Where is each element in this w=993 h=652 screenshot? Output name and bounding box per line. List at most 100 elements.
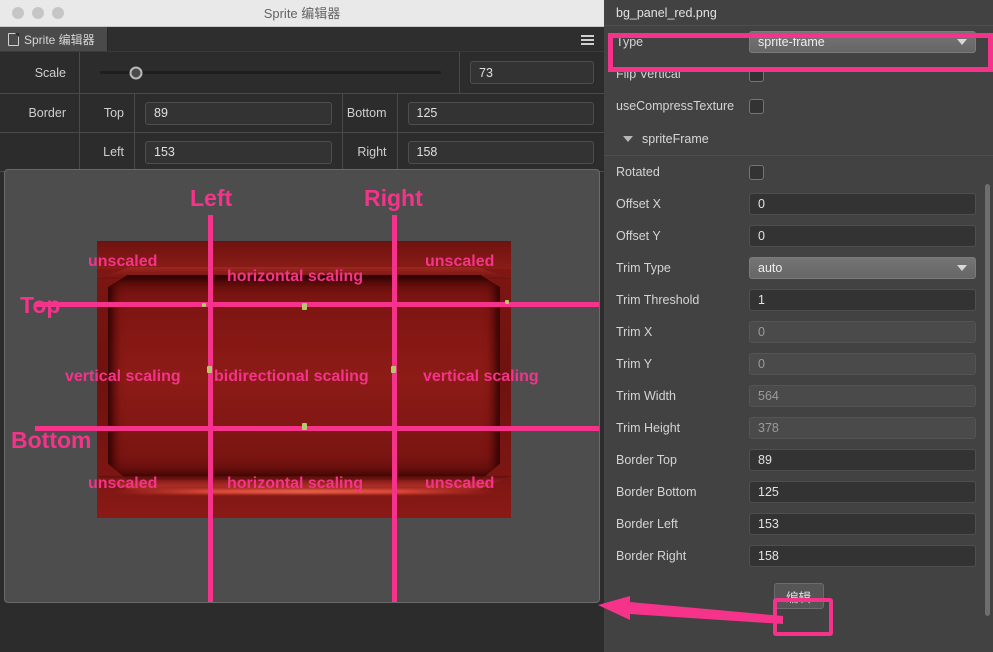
rotated-label: Rotated: [616, 165, 660, 179]
trim-threshold-label: Trim Threshold: [616, 293, 700, 307]
trim-width-label: Trim Width: [616, 389, 676, 403]
window-titlebar: Sprite 编辑器: [0, 0, 604, 27]
border-bottom-input[interactable]: 125: [749, 481, 976, 503]
trim-width-input: 564: [749, 385, 976, 407]
scale-value-cell: 73: [460, 52, 604, 93]
guide-line-bottom[interactable]: [35, 426, 599, 431]
inspector-row-trim-y: Trim Y 0: [604, 348, 993, 380]
region-label-bottom-center: horizontal scaling: [227, 475, 364, 492]
border-right-input[interactable]: 158: [749, 545, 976, 567]
use-compress-texture-label: useCompressTexture: [616, 99, 735, 113]
offset-y-input[interactable]: 0: [749, 225, 976, 247]
border-right-label: Right: [343, 133, 398, 171]
border-left-field-cell: 153: [135, 133, 343, 171]
guide-label-left: Left: [190, 185, 233, 211]
scale-row: Scale 73: [0, 52, 604, 94]
chevron-down-icon: [957, 265, 967, 271]
trim-type-select-value: auto: [758, 261, 783, 275]
trim-height-input: 378: [749, 417, 976, 439]
border-right-input[interactable]: 158: [407, 140, 594, 164]
trim-height-label: Trim Height: [616, 421, 681, 435]
app-root: Sprite 编辑器 Sprite 编辑器 Scale 73 Border To…: [0, 0, 993, 652]
inspector-row-offset-x: Offset X 0: [604, 188, 993, 220]
trim-y-label: Trim Y: [616, 357, 653, 371]
handle-top-center[interactable]: [302, 303, 307, 310]
border-label: Border: [0, 94, 80, 132]
guide-line-right[interactable]: [392, 215, 397, 602]
slider-knob[interactable]: [129, 66, 143, 79]
inspector-row-border-left: Border Left 153: [604, 508, 993, 540]
scale-slider[interactable]: [80, 52, 460, 93]
inspector-row-border-bottom: Border Bottom 125: [604, 476, 993, 508]
trim-type-label: Trim Type: [616, 261, 671, 275]
use-compress-texture-checkbox[interactable]: [749, 98, 764, 114]
maximize-button[interactable]: [52, 7, 64, 19]
border-bottom-label: Bottom: [343, 94, 398, 132]
offset-y-label: Offset Y: [616, 229, 661, 243]
border-right-field-cell: 158: [398, 133, 605, 171]
guide-label-top: Top: [20, 292, 61, 318]
file-icon: [8, 32, 19, 46]
region-label-top-left: unscaled: [88, 253, 158, 270]
highlight-box-type: [608, 33, 993, 72]
close-button[interactable]: [12, 7, 24, 19]
inspector-row-trim-height: Trim Height 378: [604, 412, 993, 444]
section-header-spriteframe[interactable]: spriteFrame: [604, 122, 993, 156]
border-right-label: Border Right: [616, 549, 687, 563]
inspector-fields: Rotated Offset X 0 Offset Y 0 Trim Type auto Tr…: [604, 156, 993, 572]
trim-threshold-input[interactable]: 1: [749, 289, 976, 311]
region-label-top-center: horizontal scaling: [227, 268, 364, 285]
border-bottom-label: Border Bottom: [616, 485, 697, 499]
region-label-middle-center: bidirectional scaling: [214, 368, 369, 385]
border-top-input[interactable]: 89: [749, 449, 976, 471]
inspector-row-border-top: Border Top 89: [604, 444, 993, 476]
border-label-spacer: [0, 133, 80, 171]
border-left-input[interactable]: 153: [145, 140, 332, 164]
guide-line-top[interactable]: [35, 302, 599, 307]
offset-x-label: Offset X: [616, 197, 661, 211]
hamburger-icon[interactable]: [578, 27, 596, 52]
section-label: spriteFrame: [642, 131, 709, 146]
border-left-input[interactable]: 153: [749, 513, 976, 535]
scale-label: Scale: [0, 52, 80, 93]
border-left-label: Left: [80, 133, 135, 171]
inspector-row-trim-type: Trim Type auto: [604, 252, 993, 284]
guide-label-right: Right: [364, 185, 423, 211]
inspector-panel: bg_panel_red.png Type sprite-frame Flip …: [604, 0, 993, 652]
inspector-row-offset-y: Offset Y 0: [604, 220, 993, 252]
rotated-checkbox[interactable]: [749, 164, 764, 180]
trim-x-input: 0: [749, 321, 976, 343]
sprite-preview-canvas[interactable]: Left Right Top Bottom unscaled horizonta…: [4, 169, 600, 603]
border-top-input[interactable]: 89: [145, 101, 332, 125]
inspector-row-use-compress-texture: useCompressTexture: [604, 90, 993, 122]
handle-middle-right[interactable]: [391, 366, 396, 373]
region-label-bottom-right: unscaled: [425, 475, 495, 492]
border-bottom-field-cell: 125: [398, 94, 605, 132]
trim-x-label: Trim X: [616, 325, 653, 339]
border-bottom-input[interactable]: 125: [407, 101, 594, 125]
tab-sprite-editor[interactable]: Sprite 编辑器: [0, 27, 108, 51]
inspector-row-rotated: Rotated: [604, 156, 993, 188]
highlight-box-edit: [773, 598, 833, 636]
inspector-row-border-right: Border Right 158: [604, 540, 993, 572]
guide-line-left[interactable]: [208, 215, 213, 602]
slider-track[interactable]: [100, 66, 441, 79]
asset-name: bg_panel_red.png: [604, 0, 993, 26]
scale-input[interactable]: 73: [470, 61, 594, 84]
inspector-scrollbar[interactable]: [985, 184, 990, 616]
trim-type-select[interactable]: auto: [749, 257, 976, 279]
inspector-row-trim-threshold: Trim Threshold 1: [604, 284, 993, 316]
minimize-button[interactable]: [32, 7, 44, 19]
guide-label-bottom: Bottom: [11, 427, 92, 453]
handle-top-right[interactable]: [505, 300, 509, 304]
region-label-middle-left: vertical scaling: [65, 368, 181, 385]
window-controls[interactable]: [12, 7, 64, 19]
sprite-editor-window: Sprite 编辑器 Sprite 编辑器 Scale 73 Border To…: [0, 0, 604, 652]
handle-middle-left[interactable]: [207, 366, 212, 373]
handle-top-left[interactable]: [202, 303, 206, 307]
region-label-middle-right: vertical scaling: [423, 368, 539, 385]
offset-x-input[interactable]: 0: [749, 193, 976, 215]
tab-label: Sprite 编辑器: [24, 32, 95, 47]
handle-bottom-center[interactable]: [302, 423, 307, 430]
chevron-down-icon: [623, 135, 633, 142]
